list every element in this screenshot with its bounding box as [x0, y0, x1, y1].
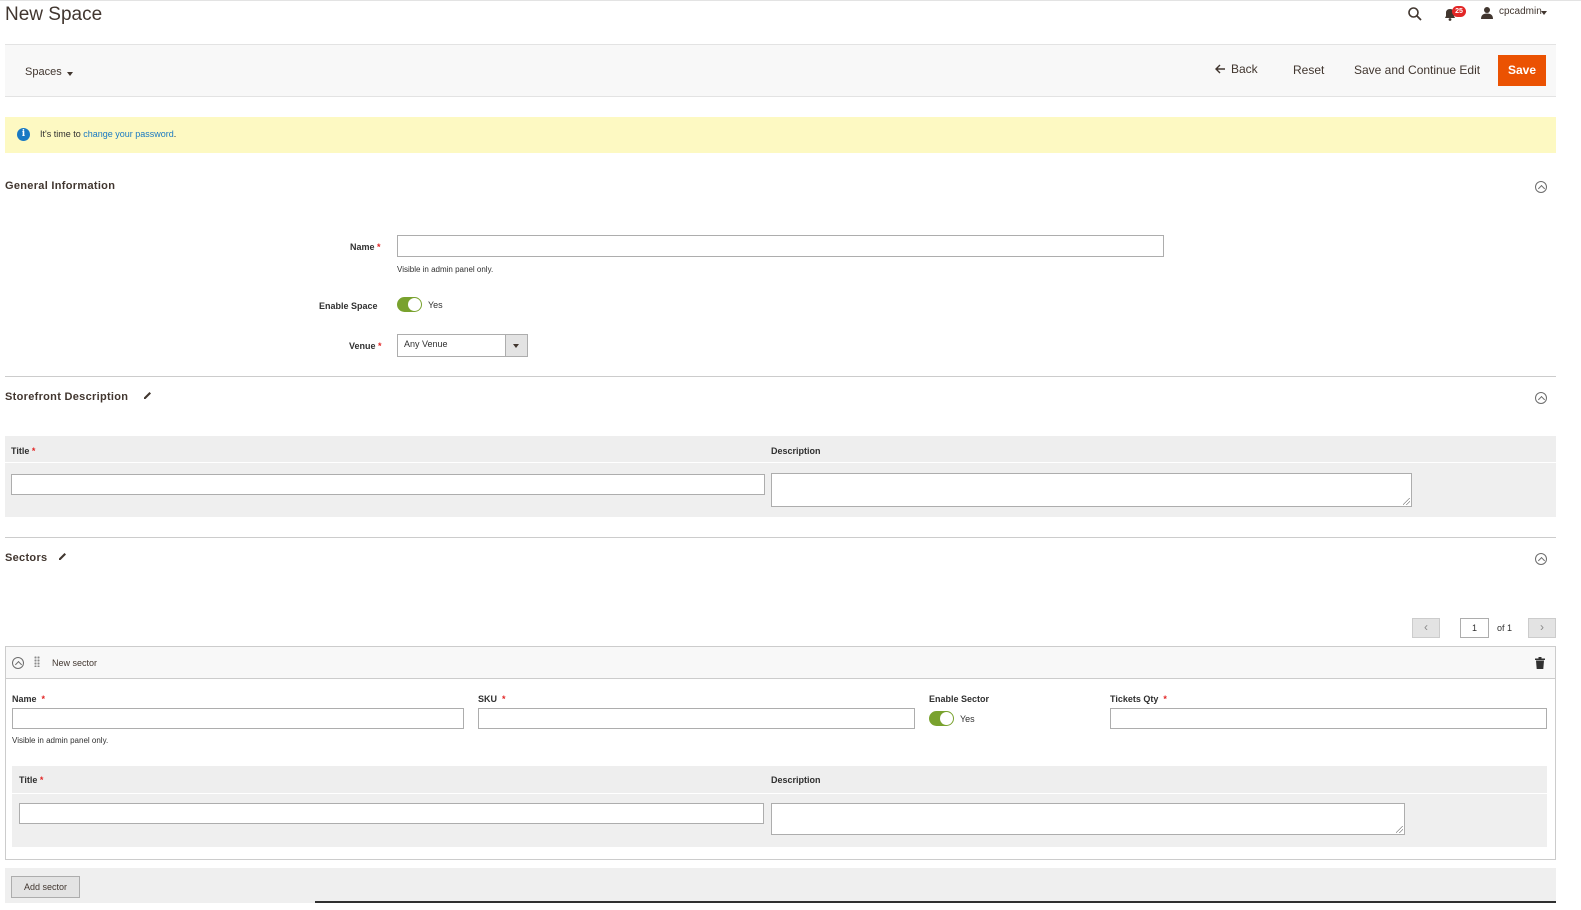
- user-icon[interactable]: [1480, 6, 1494, 20]
- back-button[interactable]: Back: [1215, 62, 1258, 76]
- name-label: Name *: [350, 242, 381, 252]
- sector-record-header: [6, 647, 1555, 679]
- enable-space-toggle[interactable]: [397, 297, 422, 312]
- sector-description-col: Description: [771, 775, 821, 785]
- pager-page-input[interactable]: 1: [1460, 618, 1489, 638]
- enable-space-label: Enable Space: [319, 301, 378, 311]
- storefront-description-textarea[interactable]: [771, 473, 1412, 507]
- pager-next-button[interactable]: ›: [1528, 618, 1556, 638]
- chevron-down-icon[interactable]: [1541, 11, 1547, 15]
- notice-text: It's time to change your password.: [40, 129, 177, 139]
- drag-icon[interactable]: [34, 656, 40, 667]
- storefront-description-col: Description: [771, 446, 821, 456]
- sector-name-input[interactable]: [12, 708, 464, 729]
- pager-total: of 1: [1497, 623, 1513, 633]
- storefront-title-col: Title *: [11, 446, 36, 456]
- search-icon[interactable]: [1407, 6, 1423, 22]
- name-note: Visible in admin panel only.: [397, 265, 494, 274]
- collapse-icon[interactable]: [1535, 392, 1547, 404]
- enable-sector-label: Enable Sector: [929, 694, 990, 704]
- sector-sku-input[interactable]: [478, 708, 915, 729]
- chevron-down-icon[interactable]: [67, 72, 73, 76]
- add-sector-button[interactable]: Add sector: [11, 876, 80, 898]
- name-input[interactable]: [397, 235, 1164, 257]
- resize-handle[interactable]: [1396, 826, 1403, 833]
- add-sector-bar: [5, 868, 1556, 903]
- bottom-border: [315, 901, 1556, 903]
- save-button[interactable]: Save: [1498, 55, 1546, 86]
- sector-record-name: New sector: [52, 658, 98, 668]
- section-title-sectors: Sectors: [5, 552, 48, 564]
- sector-description-textarea[interactable]: [771, 803, 1405, 835]
- page-title: New Space: [5, 4, 103, 25]
- trash-icon[interactable]: [1535, 657, 1545, 669]
- top-border: [0, 0, 1581, 1]
- collapse-icon[interactable]: [12, 657, 24, 669]
- sector-name-note: Visible in admin panel only.: [12, 736, 109, 745]
- enable-space-value: Yes: [428, 300, 443, 310]
- venue-select-caret[interactable]: [505, 335, 527, 356]
- venue-label: Venue *: [349, 341, 382, 351]
- sector-title-col: Title *: [19, 775, 44, 785]
- password-notice: [5, 117, 1556, 153]
- tickets-qty-input[interactable]: [1110, 708, 1547, 729]
- section-divider: [5, 376, 1556, 377]
- user-menu-name[interactable]: cpcadmin: [1499, 6, 1542, 17]
- pencil-icon[interactable]: [142, 390, 153, 404]
- section-divider: [5, 537, 1556, 538]
- back-button-label: Back: [1231, 62, 1258, 76]
- notification-count-badge[interactable]: 25: [1452, 6, 1466, 17]
- change-password-link[interactable]: change your password: [83, 129, 174, 139]
- tickets-qty-label: Tickets Qty *: [1110, 694, 1167, 704]
- storefront-title-input[interactable]: [11, 474, 765, 495]
- sector-name-label: Name *: [12, 694, 46, 704]
- pager-prev-button[interactable]: ‹: [1412, 618, 1440, 638]
- collapse-icon[interactable]: [1535, 181, 1547, 193]
- info-icon: i: [17, 128, 30, 141]
- enable-sector-toggle[interactable]: [929, 711, 954, 726]
- reset-button[interactable]: Reset: [1293, 63, 1324, 77]
- store-switcher[interactable]: Spaces: [25, 66, 62, 78]
- section-title-storefront: Storefront Description: [5, 391, 129, 403]
- arrow-left-icon: [1215, 64, 1225, 74]
- pencil-icon[interactable]: [57, 551, 68, 565]
- sector-title-input[interactable]: [19, 803, 764, 824]
- section-title-general: General Information: [5, 180, 116, 192]
- sector-sku-label: SKU *: [478, 694, 506, 704]
- resize-handle[interactable]: [1403, 498, 1410, 505]
- collapse-icon[interactable]: [1535, 553, 1547, 565]
- enable-sector-value: Yes: [960, 714, 975, 724]
- save-and-continue-button[interactable]: Save and Continue Edit: [1354, 63, 1480, 77]
